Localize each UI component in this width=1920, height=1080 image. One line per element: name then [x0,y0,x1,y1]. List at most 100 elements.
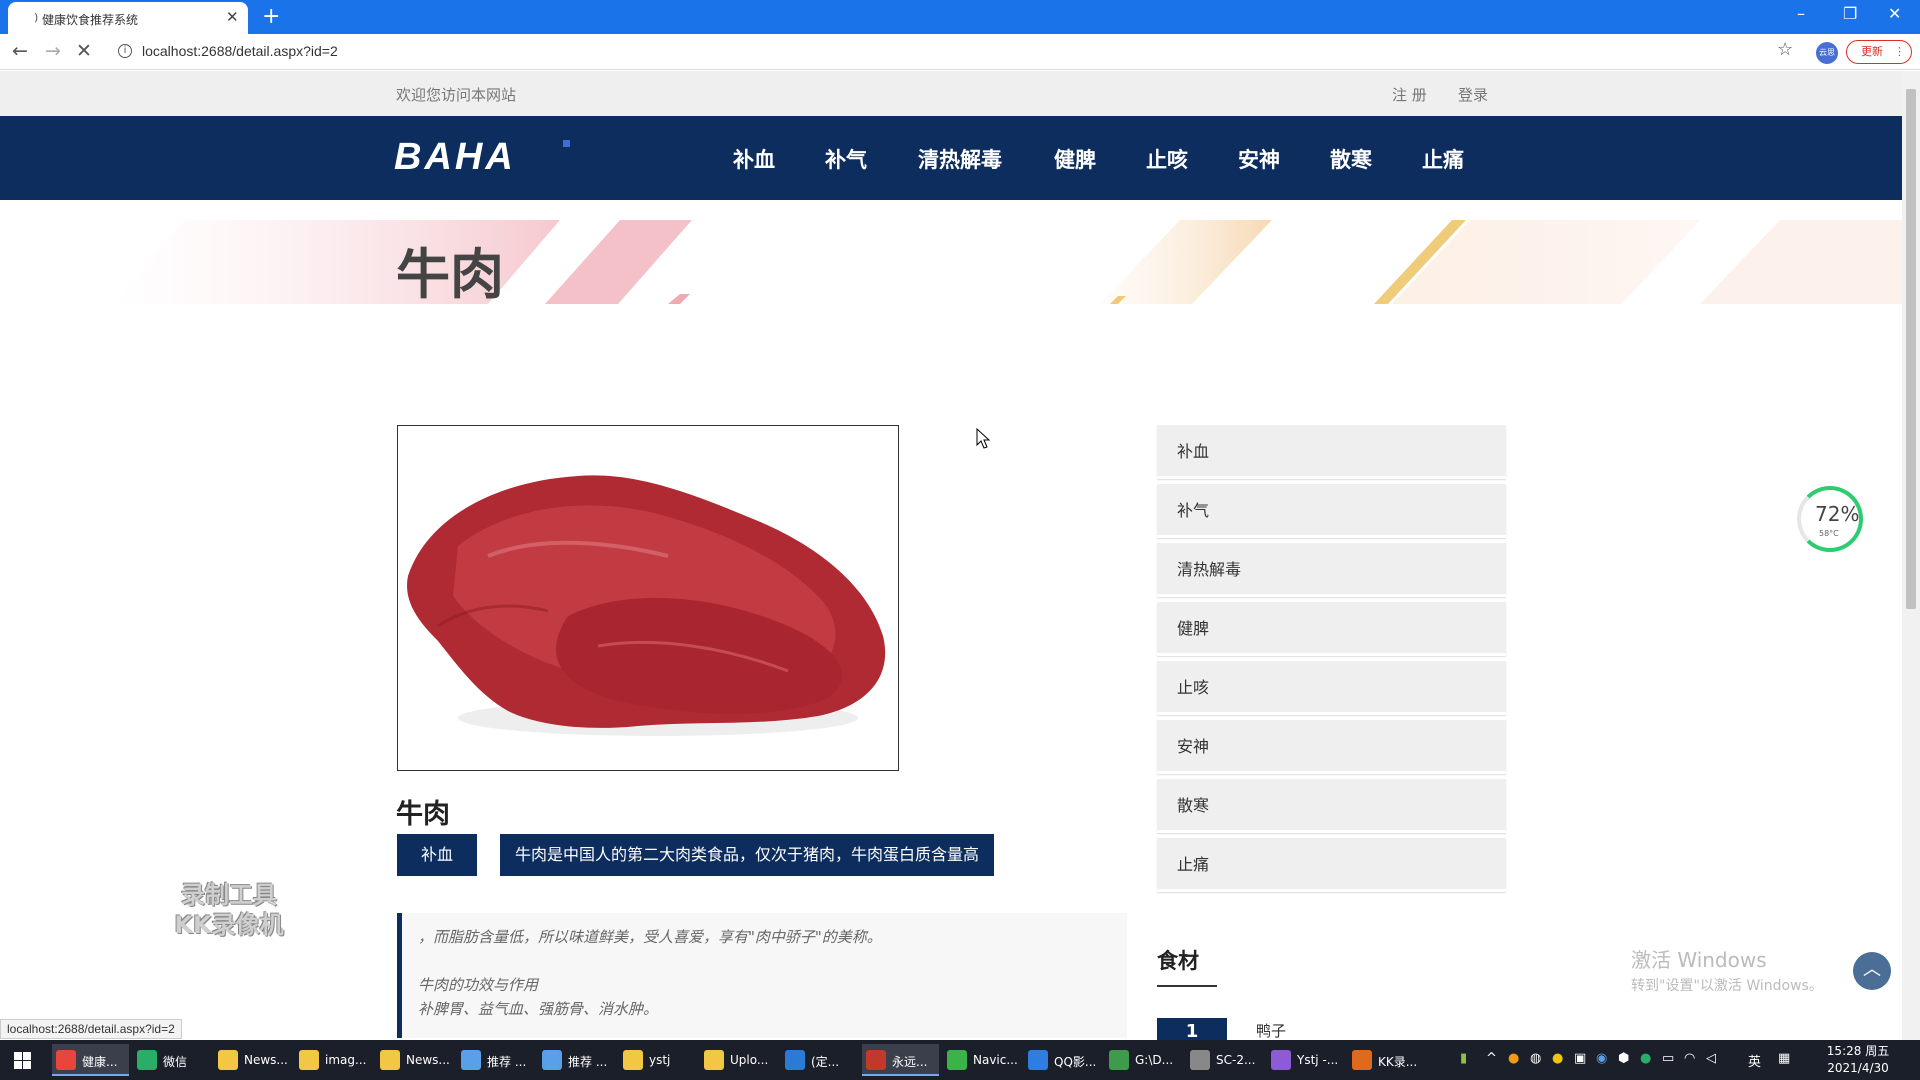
tray-app-icon[interactable]: ◉ [1596,1051,1607,1066]
taskbar-item-label: 健康... [82,1055,118,1069]
window-close-icon[interactable]: ✕ [1888,4,1901,23]
taskbar-item[interactable]: 推荐 ... [538,1044,615,1076]
volume-icon[interactable]: ◁ [1706,1051,1716,1066]
taskbar-item[interactable]: Navic... [943,1044,1020,1076]
sidebar-item-zhitong[interactable]: 止痛 [1157,838,1506,892]
nav-item-qingre[interactable]: 清热解毒 [918,144,1002,174]
browser-tab-strip: ) 健康饮食推荐系统 ✕ + – ❐ ✕ [0,0,1920,34]
taskbar-item-label: Navic... [973,1053,1018,1067]
app-icon [785,1050,805,1070]
nav-item-zhitong[interactable]: 止痛 [1422,144,1464,174]
summary-tag: 牛肉是中国人的第二大肉类食品，仅次于猪肉，牛肉蛋白质含量高 [500,834,994,876]
profile-avatar[interactable]: 云思 [1816,42,1838,64]
ime-mode-icon[interactable]: ▦ [1778,1051,1790,1066]
nav-item-zhike[interactable]: 止咳 [1146,144,1188,174]
taskbar-item[interactable]: Ystj -... [1267,1044,1344,1076]
back-to-top-button[interactable]: ︿ [1853,952,1891,990]
page-scrollbar[interactable] [1902,71,1920,1040]
site-info-icon[interactable]: i [118,44,132,58]
tray-app-icon[interactable]: ⬢ [1618,1051,1629,1066]
forward-icon[interactable]: → [45,40,61,62]
close-tab-icon[interactable]: ✕ [226,8,239,26]
taskbar-item[interactable]: imag... [295,1044,372,1076]
login-link[interactable]: 登录 [1458,84,1488,105]
wechat-tray-icon[interactable]: ● [1640,1051,1651,1066]
app-icon [299,1050,319,1070]
tray-app-icon[interactable]: ● [1508,1051,1519,1066]
taskbar-item[interactable]: News... [214,1044,291,1076]
description-line [418,949,1127,973]
back-icon[interactable]: ← [12,40,28,62]
logo-accent [563,140,570,147]
app-icon [866,1050,886,1070]
start-button-icon[interactable] [14,1052,31,1069]
sidebar-item-buxue[interactable]: 补血 [1157,425,1506,479]
scrollbar-thumb[interactable] [1906,89,1916,609]
battery-icon[interactable]: ▮ [1460,1051,1467,1066]
watermark-line: KK录像机 [174,911,284,939]
taskbar-item[interactable]: News... [376,1044,453,1076]
food-title-underline [1157,985,1217,987]
tray-app-icon[interactable]: ▭ [1662,1051,1674,1066]
description-line: 补脾胃、益气血、强筋骨、消水肿。 [418,1000,659,1018]
taskbar-item-label: QQ影... [1054,1055,1097,1069]
taskbar-item[interactable]: 健康... [52,1044,129,1076]
cpu-temp: 58°C [1819,529,1839,538]
stop-loading-icon[interactable]: ✕ [76,40,92,62]
nav-item-sanhan[interactable]: 散寒 [1330,144,1372,174]
taskbar-item[interactable]: KK录... [1348,1044,1425,1076]
tray-app-icon[interactable]: ▣ [1574,1051,1586,1066]
taskbar-item[interactable]: 微信 [133,1044,210,1076]
bookmark-star-icon[interactable]: ☆ [1777,39,1793,60]
sidebar-item-jianpi[interactable]: 健脾 [1157,602,1506,656]
sidebar-item-sanhan[interactable]: 散寒 [1157,779,1506,833]
app-icon [56,1050,76,1070]
taskbar-clock[interactable]: 15:28 周五 2021/4/30 [1818,1043,1898,1077]
wifi-icon[interactable]: ◠ [1684,1051,1695,1066]
nav-item-buqi[interactable]: 补气 [825,144,867,174]
register-link[interactable]: 注 册 [1392,84,1427,105]
taskbar-item[interactable]: 永远... [862,1044,939,1076]
taskbar-item[interactable]: QQ影... [1024,1044,1101,1076]
loading-icon: ) [34,11,39,24]
nav-item-anshen[interactable]: 安神 [1238,144,1280,174]
taskbar-item[interactable]: ystj [619,1044,696,1076]
activate-title: 激活 Windows [1631,948,1767,972]
taskbar-item[interactable]: 推荐 ... [457,1044,534,1076]
taskbar-item[interactable]: G:\D... [1105,1044,1182,1076]
site-logo[interactable]: BAHA [394,136,516,179]
taskbar-item-label: KK录... [1378,1055,1418,1069]
tray-app-icon[interactable]: ● [1552,1051,1563,1066]
performance-widget[interactable]: 72% 58°C [1797,486,1863,552]
update-button[interactable]: 更新 ⋮ [1846,40,1912,64]
restore-icon[interactable]: ❐ [1843,4,1857,23]
sidebar-item-zhike[interactable]: 止咳 [1157,661,1506,715]
ime-indicator[interactable]: 英 [1748,1051,1761,1070]
nav-item-jianpi[interactable]: 健脾 [1054,144,1096,174]
taskbar-item[interactable]: (定... [781,1044,858,1076]
url-field[interactable]: localhost:2688/detail.aspx?id=2 [142,43,338,59]
tray-app-icon[interactable]: ◍ [1530,1051,1541,1066]
category-tag[interactable]: 补血 [397,834,477,876]
food-list-item[interactable]: 鸭子 [1256,1020,1286,1041]
taskbar-item-label: Ystj -... [1297,1053,1339,1067]
site-top-strip: 欢迎您访问本网站 注 册 登录 [0,71,1902,116]
taskbar-item-label: News... [406,1053,450,1067]
more-menu-icon: ⋮ [1894,45,1905,58]
tray-overflow-icon[interactable]: ^ [1486,1051,1497,1066]
sidebar-item-buqi[interactable]: 补气 [1157,484,1506,538]
browser-tab[interactable]: ) 健康饮食推荐系统 ✕ [8,2,248,34]
taskbar-item-label: 推荐 ... [487,1055,527,1069]
sidebar-item-qingre[interactable]: 清热解毒 [1157,543,1506,597]
status-bar-url: localhost:2688/detail.aspx?id=2 [0,1019,182,1039]
sidebar-item-anshen[interactable]: 安神 [1157,720,1506,774]
taskbar-item[interactable]: Uplo... [700,1044,777,1076]
nav-item-buxue[interactable]: 补血 [733,144,775,174]
taskbar-item[interactable]: SC-2... [1186,1044,1263,1076]
taskbar-item-label: 推荐 ... [568,1055,608,1069]
new-tab-icon[interactable]: + [262,4,280,29]
taskbar-item-label: (定... [811,1055,840,1069]
clock-date: 2021/4/30 [1827,1061,1889,1075]
app-icon [1109,1050,1129,1070]
minimize-icon[interactable]: – [1797,4,1805,23]
